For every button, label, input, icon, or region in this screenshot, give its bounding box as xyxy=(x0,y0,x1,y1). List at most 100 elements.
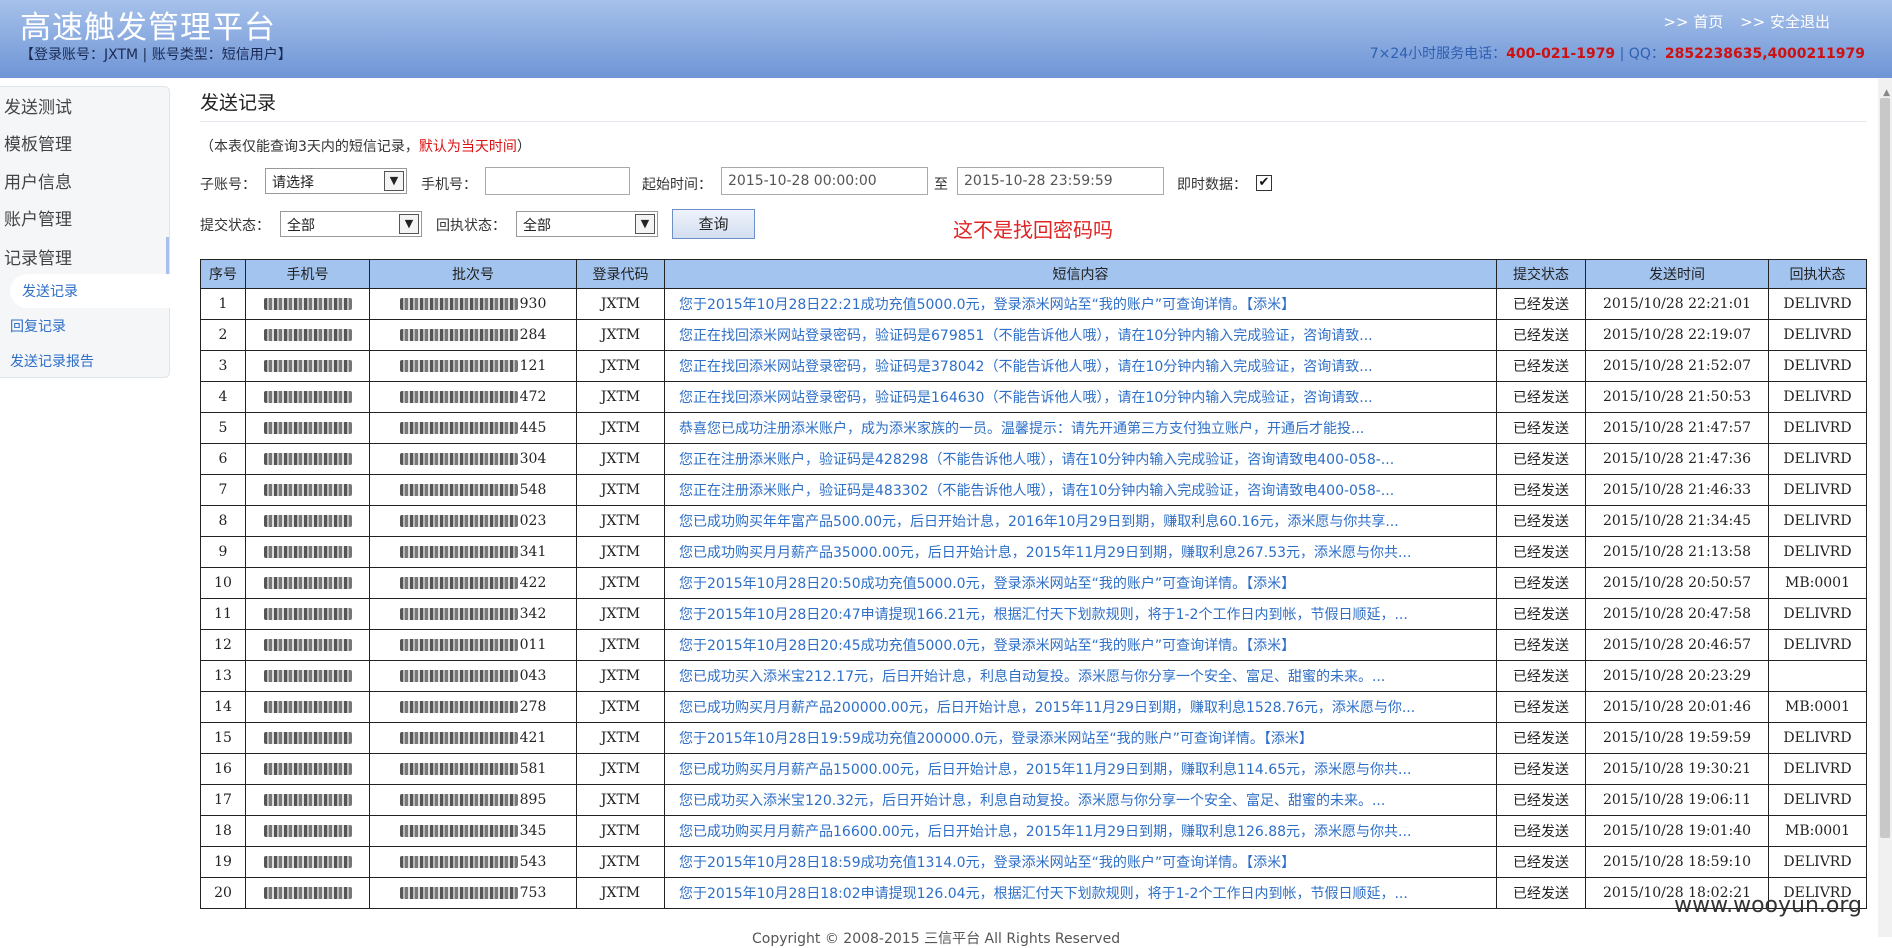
receipt-status: DELIVRD xyxy=(1768,598,1867,630)
table-row: 16 581 JXTM 您已成功购买月月薪产品15000.00元，后日开始计息，201… xyxy=(200,753,1867,785)
table-row: 8 023 JXTM 您已成功购买年年富产品500.00元，后日开始计息，2016年1… xyxy=(200,505,1867,537)
page-title: 发送记录 xyxy=(200,92,277,114)
table-row: 11 342 JXTM 您于2015年10月28日20:47申请提现166.21元，根… xyxy=(200,598,1867,630)
batch-tail: 422 xyxy=(519,575,547,591)
service-prefix: 7×24小时服务电话： xyxy=(1369,46,1507,62)
platform-title: 高速触发管理平台 xyxy=(20,10,276,46)
end-time-input[interactable]: 2015-10-28 23:59:59 xyxy=(957,167,1164,195)
batch-number: 284 xyxy=(369,319,577,351)
sms-content-link[interactable]: 您于2015年10月28日22:21成功充值5000.0元，登录添米网站至“我的… xyxy=(664,288,1497,320)
receipt-status: MB:0001 xyxy=(1768,567,1867,599)
submit-status-select[interactable]: 全部 ▼ xyxy=(280,211,422,237)
sms-content-link[interactable]: 您正在找回添米网站登录密码，验证码是679851（不能告诉他人哦），请在10分钟… xyxy=(664,319,1497,351)
redacted-batch-mark xyxy=(399,484,518,496)
send-time: 2015/10/28 20:47:58 xyxy=(1585,598,1769,630)
sms-content-link[interactable]: 您已成功购买年年富产品500.00元，后日开始计息，2016年10月29日到期，… xyxy=(664,505,1497,537)
batch-tail: 930 xyxy=(519,296,547,312)
receipt-status-select[interactable]: 全部 ▼ xyxy=(516,211,658,237)
login-code: JXTM xyxy=(576,412,665,444)
table-row: 12 011 JXTM 您于2015年10月28日20:45成功充值5000.0元，登… xyxy=(200,629,1867,661)
title-divider xyxy=(200,121,1866,122)
start-time-input[interactable]: 2015-10-28 00:00:00 xyxy=(721,167,928,195)
sms-content-link[interactable]: 您于2015年10月28日18:02申请提现126.04元，根据汇付天下划款规则… xyxy=(664,877,1497,909)
batch-tail: 895 xyxy=(519,792,547,808)
login-code: JXTM xyxy=(576,629,665,661)
send-time: 2015/10/28 20:50:57 xyxy=(1585,567,1769,599)
row-number: 10 xyxy=(200,567,246,599)
sms-content-link[interactable]: 您正在找回添米网站登录密码，验证码是164630（不能告诉他人哦），请在10分钟… xyxy=(664,381,1497,413)
masked-phone xyxy=(245,784,370,816)
masked-phone xyxy=(245,660,370,692)
login-code: JXTM xyxy=(576,846,665,878)
redacted-phone-mark xyxy=(263,453,352,465)
home-link[interactable]: >> 首页 xyxy=(1663,13,1723,31)
batch-number: 043 xyxy=(369,660,577,692)
query-button[interactable]: 查询 xyxy=(672,209,755,239)
sidebar-item-send-test[interactable]: 发送测试 xyxy=(4,93,72,118)
send-time: 2015/10/28 19:30:21 xyxy=(1585,753,1769,785)
sms-content-link[interactable]: 您已成功购买月月薪产品35000.00元，后日开始计息，2015年11月29日到… xyxy=(664,536,1497,568)
sidebar-item-account[interactable]: 账户管理 xyxy=(4,205,72,230)
realtime-checkbox[interactable]: ✔ xyxy=(1256,175,1272,191)
receipt-status: DELIVRD xyxy=(1768,722,1867,754)
redacted-batch-mark xyxy=(399,887,518,899)
sms-content-link[interactable]: 您已成功购买月月薪产品200000.00元，后日开始计息，2015年11月29日… xyxy=(664,691,1497,723)
phone-input[interactable] xyxy=(485,167,630,195)
sidebar-sub-send-report[interactable]: 发送记录报告 xyxy=(10,351,94,371)
annotation-note: 这不是找回密码吗 xyxy=(953,218,1113,242)
logout-link[interactable]: >> 安全退出 xyxy=(1740,13,1830,31)
receipt-status: DELIVRD xyxy=(1768,350,1867,382)
table-row: 7 548 JXTM 您正在注册添米账户，验证码是483302（不能告诉他人哦），请在… xyxy=(200,474,1867,506)
submit-status: 已经发送 xyxy=(1496,629,1586,661)
redacted-phone-mark xyxy=(263,794,352,806)
phone-label: 手机号： xyxy=(421,177,477,193)
login-code: JXTM xyxy=(576,319,665,351)
login-code: JXTM xyxy=(576,474,665,506)
receipt-status: DELIVRD xyxy=(1768,381,1867,413)
row-number: 8 xyxy=(200,505,246,537)
batch-tail: 304 xyxy=(519,451,547,467)
masked-phone xyxy=(245,350,370,382)
sms-content-link[interactable]: 您于2015年10月28日19:59成功充值200000.0元，登录添米网站至“… xyxy=(664,722,1497,754)
send-time: 2015/10/28 19:01:40 xyxy=(1585,815,1769,847)
sms-content-link[interactable]: 您于2015年10月28日20:45成功充值5000.0元，登录添米网站至“我的… xyxy=(664,629,1497,661)
login-code: JXTM xyxy=(576,567,665,599)
send-time: 2015/10/28 21:13:58 xyxy=(1585,536,1769,568)
table-row: 3 121 JXTM 您正在找回添米网站登录密码，验证码是378042（不能告诉他人哦… xyxy=(200,350,1867,382)
table-row: 4 472 JXTM 您正在找回添米网站登录密码，验证码是164630（不能告诉他人哦… xyxy=(200,381,1867,413)
scrollbar-thumb[interactable] xyxy=(1880,98,1890,838)
sidebar-item-template[interactable]: 模板管理 xyxy=(4,130,72,155)
sms-content-link[interactable]: 您正在注册添米账户，验证码是428298（不能告诉他人哦），请在10分钟内输入完… xyxy=(664,443,1497,475)
batch-number: 543 xyxy=(369,846,577,878)
redacted-phone-mark xyxy=(263,763,352,775)
sms-content-link[interactable]: 您于2015年10月28日18:59成功充值1314.0元，登录添米网站至“我的… xyxy=(664,846,1497,878)
top-header: 高速触发管理平台 【登录账号：JXTM | 账号类型：短信用户】 >> 首页 >… xyxy=(0,0,1892,78)
redacted-batch-mark xyxy=(399,577,518,589)
sms-content-link[interactable]: 您已成功购买月月薪产品16600.00元，后日开始计息，2015年11月29日到… xyxy=(664,815,1497,847)
sms-content-link[interactable]: 恭喜您已成功注册添米账户，成为添米家族的一员。温馨提示：请先开通第三方支付独立账… xyxy=(664,412,1497,444)
scroll-up-arrow-icon[interactable]: ▲ xyxy=(1883,88,1890,98)
sub-account-select[interactable]: 请选择 ▼ xyxy=(265,168,407,194)
row-number: 12 xyxy=(200,629,246,661)
sms-content-link[interactable]: 您于2015年10月28日20:47申请提现166.21元，根据汇付天下划款规则… xyxy=(664,598,1497,630)
masked-phone xyxy=(245,381,370,413)
row-number: 13 xyxy=(200,660,246,692)
redacted-batch-mark xyxy=(399,639,518,651)
receipt-status: DELIVRD xyxy=(1768,505,1867,537)
redacted-phone-mark xyxy=(263,732,352,744)
table-row: 6 304 JXTM 您正在注册添米账户，验证码是428298（不能告诉他人哦），请在… xyxy=(200,443,1867,475)
sidebar-sub-reply-records[interactable]: 回复记录 xyxy=(10,316,66,336)
to-label: 至 xyxy=(934,177,948,193)
sms-content-link[interactable]: 您已成功买入添米宝212.17元，后日开始计息，利息自动复投。添米愿与你分享一个… xyxy=(664,660,1497,692)
sidebar-item-user-info[interactable]: 用户信息 xyxy=(4,168,72,193)
sms-content-link[interactable]: 您正在找回添米网站登录密码，验证码是378042（不能告诉他人哦），请在10分钟… xyxy=(664,350,1497,382)
sms-content-link[interactable]: 您已成功买入添米宝120.32元，后日开始计息，利息自动复投。添米愿与你分享一个… xyxy=(664,784,1497,816)
sidebar-sub-send-records[interactable]: 发送记录 xyxy=(22,281,78,301)
sms-content-link[interactable]: 您已成功购买月月薪产品15000.00元，后日开始计息，2015年11月29日到… xyxy=(664,753,1497,785)
sms-content-link[interactable]: 您于2015年10月28日20:50成功充值5000.0元，登录添米网站至“我的… xyxy=(664,567,1497,599)
login-code: JXTM xyxy=(576,505,665,537)
row-number: 9 xyxy=(200,536,246,568)
sidebar-item-records[interactable]: 记录管理 xyxy=(4,244,72,269)
submit-status-label: 提交状态： xyxy=(200,218,270,234)
sms-content-link[interactable]: 您正在注册添米账户，验证码是483302（不能告诉他人哦），请在10分钟内输入完… xyxy=(664,474,1497,506)
